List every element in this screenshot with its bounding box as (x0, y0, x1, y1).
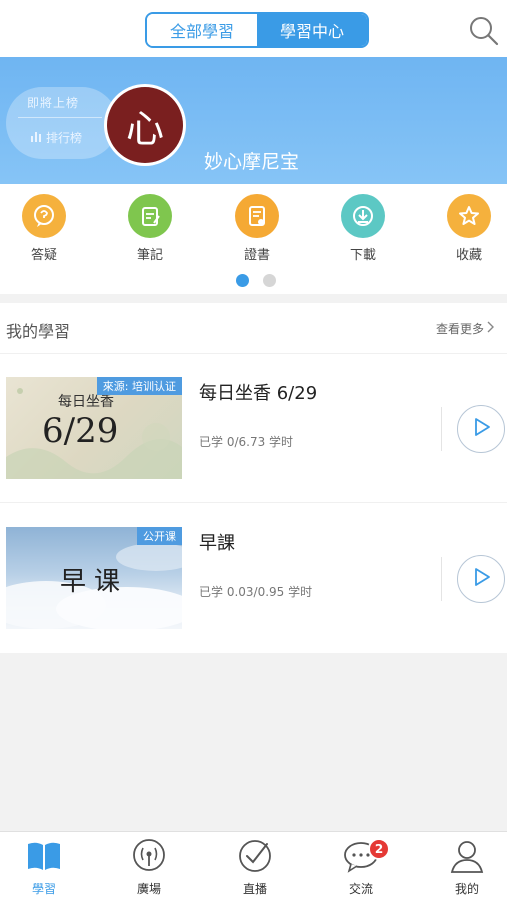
course-progress: 已学 0/6.73 学时 (199, 435, 294, 449)
username: 妙心摩尼宝 (204, 151, 300, 173)
quick-label: 答疑 (30, 248, 57, 263)
tab-label: 學習 (31, 882, 56, 896)
quick-label: 下載 (349, 248, 376, 263)
tab-study-center[interactable]: 學習中心 (257, 14, 367, 46)
book-icon (24, 838, 64, 878)
thumbnail-caption: 早课 (60, 567, 129, 597)
course-thumbnail[interactable]: 早课 公开课 (6, 527, 182, 629)
bar-chart-icon (30, 130, 42, 145)
tab-label: 交流 (348, 882, 373, 896)
view-more-link[interactable]: 查看更多 (436, 320, 495, 337)
course-title[interactable]: 每日坐香 6/29 (199, 379, 317, 405)
course-thumbnail[interactable]: 每日坐香 6/29 來源: 培训认证 (6, 377, 182, 479)
tab-label: 我的 (454, 882, 479, 896)
play-button[interactable] (457, 555, 505, 603)
tab-label: 直播 (242, 882, 267, 896)
top-bar: 全部學習 學習中心 (0, 0, 507, 57)
tab-chat[interactable]: 2 交流 (326, 838, 396, 897)
course-item[interactable]: 早课 公开课 早課 已学 0.03/0.95 学时 (0, 527, 507, 637)
profile-banner: 即將上榜 排行榜 妙心摩尼宝 (0, 57, 507, 184)
page-dot-active[interactable] (236, 274, 249, 287)
note-icon (128, 194, 172, 238)
star-icon (447, 194, 491, 238)
course-type-badge: 公开课 (137, 527, 182, 545)
page-dot[interactable] (263, 274, 276, 287)
play-icon (470, 566, 492, 592)
certificate-icon (235, 194, 279, 238)
quick-label: 收藏 (455, 248, 482, 263)
divider (441, 407, 442, 451)
download-icon (341, 194, 385, 238)
play-icon (470, 416, 492, 442)
page-indicator (236, 274, 276, 287)
divider (0, 353, 507, 354)
chevron-right-icon (487, 321, 495, 336)
segmented-control: 全部學習 學習中心 (145, 12, 369, 48)
course-item[interactable]: 每日坐香 6/29 來源: 培训认证 每日坐香 6/29 已学 0/6.73 学… (0, 377, 507, 487)
quick-item-download[interactable]: 下載 (333, 194, 393, 263)
leaderboard-link[interactable]: 排行榜 (30, 129, 82, 146)
avatar-logo: 心 (107, 87, 183, 163)
course-source-badge: 來源: 培训认证 (96, 377, 182, 395)
rank-status: 即將上榜 (27, 96, 80, 110)
course-title[interactable]: 早課 (199, 529, 235, 555)
leaderboard-label: 排行榜 (46, 131, 83, 145)
tab-me[interactable]: 我的 (432, 838, 502, 897)
notification-badge: 2 (368, 838, 390, 860)
qa-icon (22, 194, 66, 238)
quick-item-notes[interactable]: 筆記 (120, 194, 180, 263)
quick-item-certificate[interactable]: 證書 (227, 194, 287, 263)
tab-label: 廣場 (136, 882, 161, 896)
broadcast-icon (129, 838, 169, 878)
search-icon[interactable] (468, 15, 500, 47)
play-button[interactable] (457, 405, 505, 453)
quick-menu: 答疑 筆記 證書 下載 收藏 (0, 184, 507, 294)
quick-item-qa[interactable]: 答疑 (14, 194, 74, 263)
divider (0, 502, 507, 503)
quick-item-favorites[interactable]: 收藏 (439, 194, 499, 263)
view-more-label: 查看更多 (436, 322, 485, 336)
tab-all-study[interactable]: 全部學習 (147, 14, 257, 46)
bottom-tab-bar: 學習 廣場 直播 2 交流 我的 (0, 831, 507, 900)
tab-live[interactable]: 直播 (220, 838, 290, 897)
avatar[interactable]: 心 (104, 84, 186, 166)
tab-square[interactable]: 廣場 (114, 838, 184, 897)
thumbnail-date: 6/29 (42, 411, 119, 451)
check-circle-icon (235, 838, 275, 878)
course-progress: 已学 0.03/0.95 学时 (199, 585, 313, 599)
person-icon (447, 838, 487, 878)
divider (441, 557, 442, 601)
quick-label: 筆記 (136, 248, 163, 263)
tab-study[interactable]: 學習 (9, 838, 79, 897)
section-title: 我的學習 (6, 322, 71, 341)
quick-label: 證書 (243, 248, 270, 263)
rank-divider (18, 117, 102, 118)
my-study-section: 我的學習 查看更多 每日坐香 6/29 來源: 培训认证 每日坐香 6/29 已… (0, 303, 507, 653)
